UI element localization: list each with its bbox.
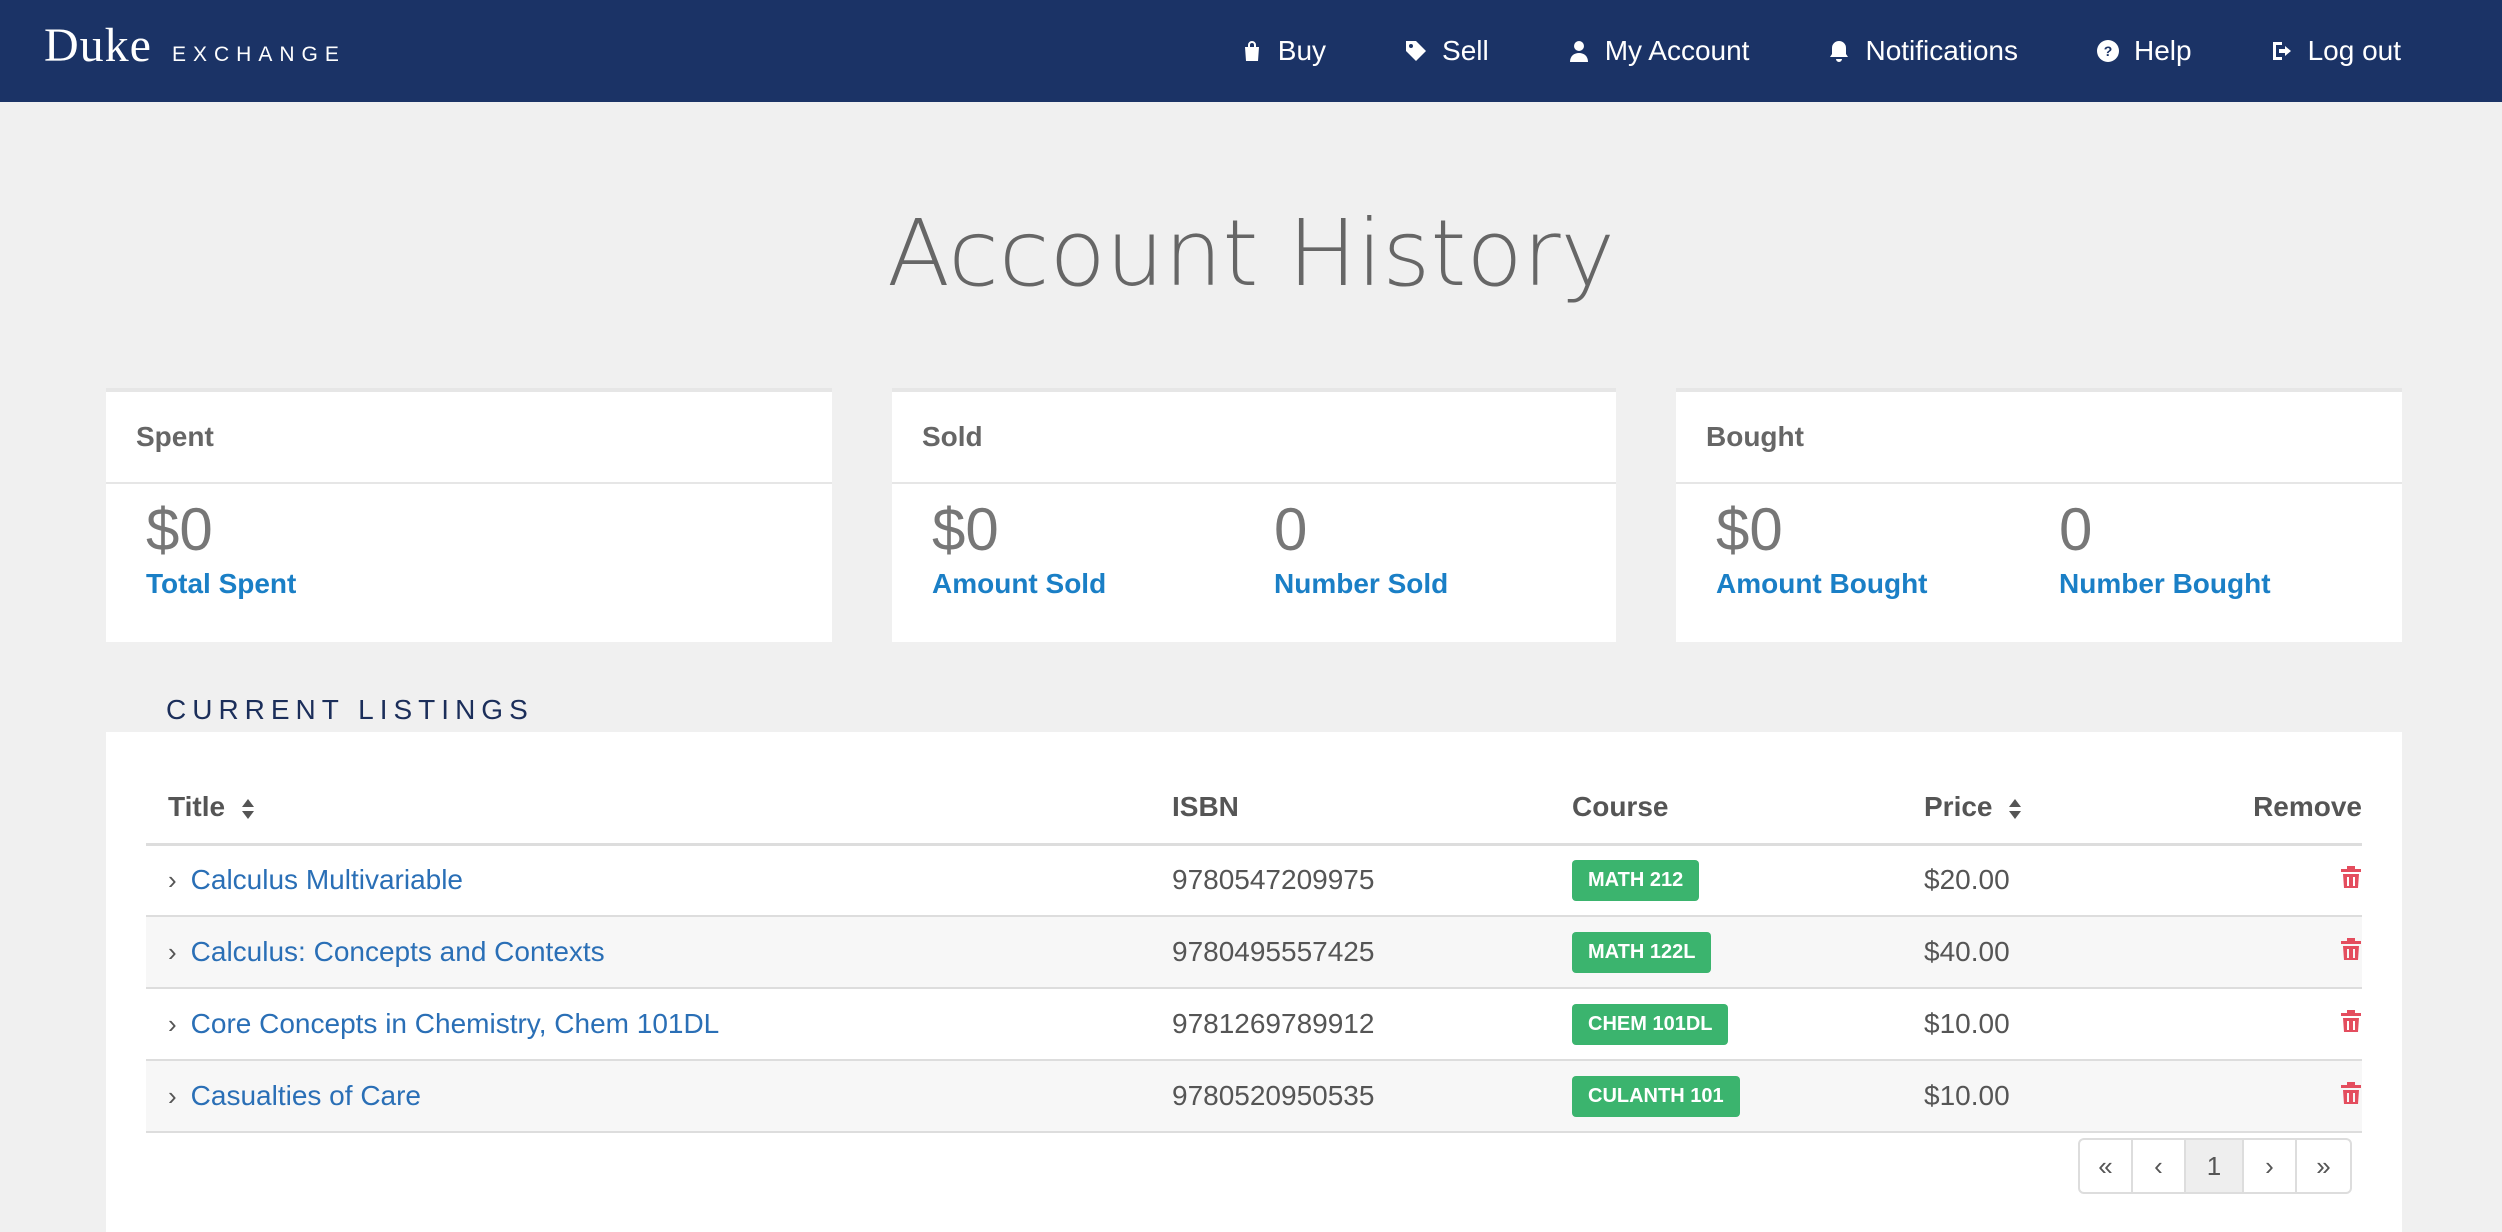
listing-price: $20.00 bbox=[1902, 844, 2202, 917]
nav-buy-label: Buy bbox=[1277, 35, 1327, 66]
listing-title-link[interactable]: Casualties of Care bbox=[191, 1080, 421, 1111]
nav-sell[interactable]: Sell bbox=[1404, 35, 1489, 67]
help-circle-icon: ? bbox=[2096, 40, 2119, 62]
col-isbn-header: ISBN bbox=[1150, 772, 1550, 846]
course-badge: MATH 212 bbox=[1572, 859, 1700, 901]
table-header-row: Title ISBN Course Price Remove bbox=[146, 772, 2362, 846]
col-remove-label: Remove bbox=[2253, 791, 2362, 823]
course-badge: CULANTH 101 bbox=[1572, 1075, 1740, 1117]
number-bought-stat: 0 Number Bought bbox=[2059, 500, 2402, 600]
page-last-button[interactable]: » bbox=[2297, 1140, 2350, 1192]
trash-icon[interactable] bbox=[2340, 937, 2362, 961]
course-badge: MATH 122L bbox=[1572, 931, 1712, 973]
table-row[interactable]: › Calculus Multivariable 9780547209975 MA… bbox=[146, 844, 2362, 917]
table-row[interactable]: › Casualties of Care 9780520950535 CULANT… bbox=[146, 1060, 2362, 1133]
number-sold-stat: 0 Number Sold bbox=[1274, 500, 1616, 600]
total-spent-value: $0 bbox=[146, 496, 213, 563]
col-course-header: Course bbox=[1550, 772, 1902, 846]
number-sold-label: Number Sold bbox=[1274, 568, 1449, 599]
listing-isbn: 9780520950535 bbox=[1150, 1060, 1550, 1133]
page-prev-button[interactable]: ‹ bbox=[2133, 1140, 2186, 1192]
chevron-right-icon[interactable]: › bbox=[168, 1081, 177, 1112]
nav-sell-label: Sell bbox=[1442, 35, 1489, 66]
sort-icon bbox=[241, 798, 254, 819]
nav-notifications-label: Notifications bbox=[1865, 35, 2018, 66]
page-current-button[interactable]: 1 bbox=[2186, 1140, 2244, 1192]
bought-card-header: Bought bbox=[1676, 392, 2402, 484]
page-first-button[interactable]: « bbox=[2080, 1140, 2133, 1192]
nav-logout-label: Log out bbox=[2307, 35, 2401, 66]
amount-bought-value: $0 bbox=[1716, 496, 1783, 563]
sold-card: Sold $0 Amount Sold 0 Number Sold bbox=[892, 388, 1616, 642]
spent-card: Spent $0 Total Spent bbox=[106, 388, 832, 642]
sold-card-header: Sold bbox=[892, 392, 1616, 484]
course-badge: CHEM 101DL bbox=[1572, 1003, 1729, 1045]
amount-bought-label: Amount Bought bbox=[1716, 568, 1928, 599]
page-title: Account History bbox=[886, 200, 1615, 307]
brand-primary: Duke bbox=[44, 19, 152, 72]
bell-icon bbox=[1830, 41, 1849, 62]
listings-panel: Title ISBN Course Price Remove › Calculu… bbox=[106, 732, 2402, 1232]
total-spent-stat: $0 Total Spent bbox=[146, 500, 500, 600]
table-row[interactable]: › Core Concepts in Chemistry, Chem 101DL … bbox=[146, 988, 2362, 1061]
sort-icon bbox=[2009, 798, 2022, 819]
amount-bought-stat: $0 Amount Bought bbox=[1716, 500, 2059, 600]
nav-my-account[interactable]: My Account bbox=[1567, 35, 1750, 67]
brand-secondary: EXCHANGE bbox=[171, 43, 346, 66]
total-spent-label: Total Spent bbox=[146, 568, 297, 599]
trash-icon[interactable] bbox=[2340, 1009, 2362, 1033]
col-title-header[interactable]: Title bbox=[146, 772, 1150, 846]
nav-help-label: Help bbox=[2133, 35, 2192, 66]
chevron-right-icon[interactable]: › bbox=[168, 865, 177, 896]
nav-notifications[interactable]: Notifications bbox=[1827, 35, 2018, 67]
listing-isbn: 9780547209975 bbox=[1150, 844, 1550, 917]
col-course-label: Course bbox=[1572, 791, 1669, 823]
number-bought-label: Number Bought bbox=[2059, 568, 2271, 599]
top-navbar: Duke EXCHANGE Buy Sell My Account Notifi… bbox=[0, 0, 2502, 102]
number-sold-value: 0 bbox=[1274, 496, 1308, 563]
nav-buy[interactable]: Buy bbox=[1240, 35, 1326, 67]
listing-title-link[interactable]: Core Concepts in Chemistry, Chem 101DL bbox=[191, 1008, 720, 1039]
svg-text:?: ? bbox=[2104, 43, 2113, 59]
pagination: « ‹ 1 › » bbox=[2078, 1138, 2352, 1194]
col-price-label: Price bbox=[1924, 791, 1993, 823]
amount-sold-value: $0 bbox=[932, 496, 999, 563]
user-icon bbox=[1569, 41, 1588, 62]
trash-icon[interactable] bbox=[2340, 865, 2362, 889]
listing-price: $40.00 bbox=[1902, 916, 2202, 989]
listing-isbn: 9781269789912 bbox=[1150, 988, 1550, 1061]
shopping-bag-icon bbox=[1244, 41, 1259, 61]
table-row[interactable]: › Calculus: Concepts and Contexts 9780495… bbox=[146, 916, 2362, 989]
col-price-header[interactable]: Price bbox=[1902, 772, 2202, 846]
logout-icon bbox=[2272, 42, 2291, 60]
chevron-right-icon[interactable]: › bbox=[168, 1009, 177, 1040]
nav-my-account-label: My Account bbox=[1604, 35, 1750, 66]
listing-isbn: 9780495557425 bbox=[1150, 916, 1550, 989]
page-next-button[interactable]: › bbox=[2244, 1140, 2297, 1192]
listing-title-link[interactable]: Calculus Multivariable bbox=[191, 864, 463, 895]
current-listings-heading: CURRENT LISTINGS bbox=[166, 694, 534, 725]
col-title-label: Title bbox=[168, 791, 226, 823]
nav-logout[interactable]: Log out bbox=[2270, 35, 2401, 67]
col-remove-header: Remove bbox=[2202, 772, 2362, 846]
nav-help[interactable]: ? Help bbox=[2096, 35, 2192, 67]
listing-price: $10.00 bbox=[1902, 988, 2202, 1061]
number-bought-value: 0 bbox=[2059, 496, 2093, 563]
chevron-right-icon[interactable]: › bbox=[168, 937, 177, 968]
listing-title-link[interactable]: Calculus: Concepts and Contexts bbox=[191, 936, 605, 967]
listing-price: $10.00 bbox=[1902, 1060, 2202, 1133]
amount-sold-stat: $0 Amount Sold bbox=[932, 500, 1274, 600]
brand-logo[interactable]: Duke EXCHANGE bbox=[44, 18, 346, 73]
trash-icon[interactable] bbox=[2340, 1081, 2362, 1105]
col-isbn-label: ISBN bbox=[1172, 791, 1239, 823]
bought-card: Bought $0 Amount Bought 0 Number Bought bbox=[1676, 388, 2402, 642]
listings-table: Title ISBN Course Price Remove › Calculu… bbox=[146, 772, 2362, 1133]
amount-sold-label: Amount Sold bbox=[932, 568, 1107, 599]
main-nav: Buy Sell My Account Notifications ? Help… bbox=[1240, 0, 2502, 102]
tag-icon bbox=[1406, 41, 1427, 61]
spent-card-header: Spent bbox=[106, 392, 832, 484]
